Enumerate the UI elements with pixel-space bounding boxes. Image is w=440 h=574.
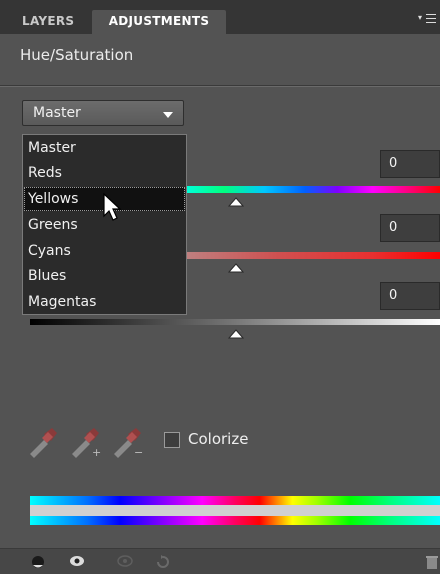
view-previous-icon[interactable] xyxy=(116,554,134,568)
saturation-slider-thumb[interactable] xyxy=(228,263,244,273)
svg-text:+: + xyxy=(92,446,101,458)
channel-dropdown-list: Master Reds Yellows Greens Cyans Blues M… xyxy=(22,134,187,315)
panel-tab-bar: LAYERS ADJUSTMENTS ▾ xyxy=(0,0,440,34)
eyedropper-icon[interactable] xyxy=(26,424,60,458)
eyedropper-add-icon[interactable]: + xyxy=(68,424,102,458)
dropdown-option-reds[interactable]: Reds xyxy=(24,161,185,185)
spectrum-range-bar xyxy=(30,505,440,516)
trash-icon[interactable] xyxy=(424,554,440,570)
clip-layer-icon[interactable] xyxy=(30,554,46,570)
header-divider xyxy=(0,85,440,86)
channel-select-value: Master xyxy=(33,105,81,121)
chevron-down-icon xyxy=(163,112,173,118)
visibility-eye-icon[interactable] xyxy=(68,554,86,568)
input-spectrum-bar xyxy=(30,496,440,505)
dropdown-option-magentas[interactable]: Magentas xyxy=(24,290,185,314)
eyedropper-subtract-icon[interactable]: − xyxy=(110,424,144,458)
saturation-slider-track[interactable] xyxy=(170,252,440,259)
bottom-toolbar xyxy=(0,548,440,574)
lightness-value-field[interactable]: 0 xyxy=(380,282,440,310)
svg-text:−: − xyxy=(134,446,143,458)
lightness-slider-track[interactable] xyxy=(30,319,440,325)
tab-adjustments[interactable]: ADJUSTMENTS xyxy=(92,10,226,34)
panel-title: Hue/Saturation xyxy=(20,46,134,64)
output-spectrum-bar xyxy=(30,516,440,525)
saturation-value-field[interactable]: 0 xyxy=(380,214,440,242)
lightness-slider-thumb[interactable] xyxy=(228,329,244,339)
hue-value-field[interactable]: 0 xyxy=(380,150,440,178)
dropdown-option-blues[interactable]: Blues xyxy=(24,264,185,288)
tab-layers[interactable]: LAYERS xyxy=(22,10,74,34)
reset-icon[interactable] xyxy=(155,554,171,570)
hue-slider-thumb[interactable] xyxy=(228,197,244,207)
channel-select[interactable]: Master xyxy=(22,100,184,126)
colorize-checkbox[interactable] xyxy=(164,432,180,448)
mouse-pointer-icon xyxy=(103,192,122,221)
panel-menu-icon[interactable]: ▾ xyxy=(418,10,436,26)
dropdown-option-master[interactable]: Master xyxy=(24,136,185,160)
dropdown-option-cyans[interactable]: Cyans xyxy=(24,239,185,263)
colorize-label: Colorize xyxy=(188,430,249,448)
hue-slider-track[interactable] xyxy=(170,186,440,193)
